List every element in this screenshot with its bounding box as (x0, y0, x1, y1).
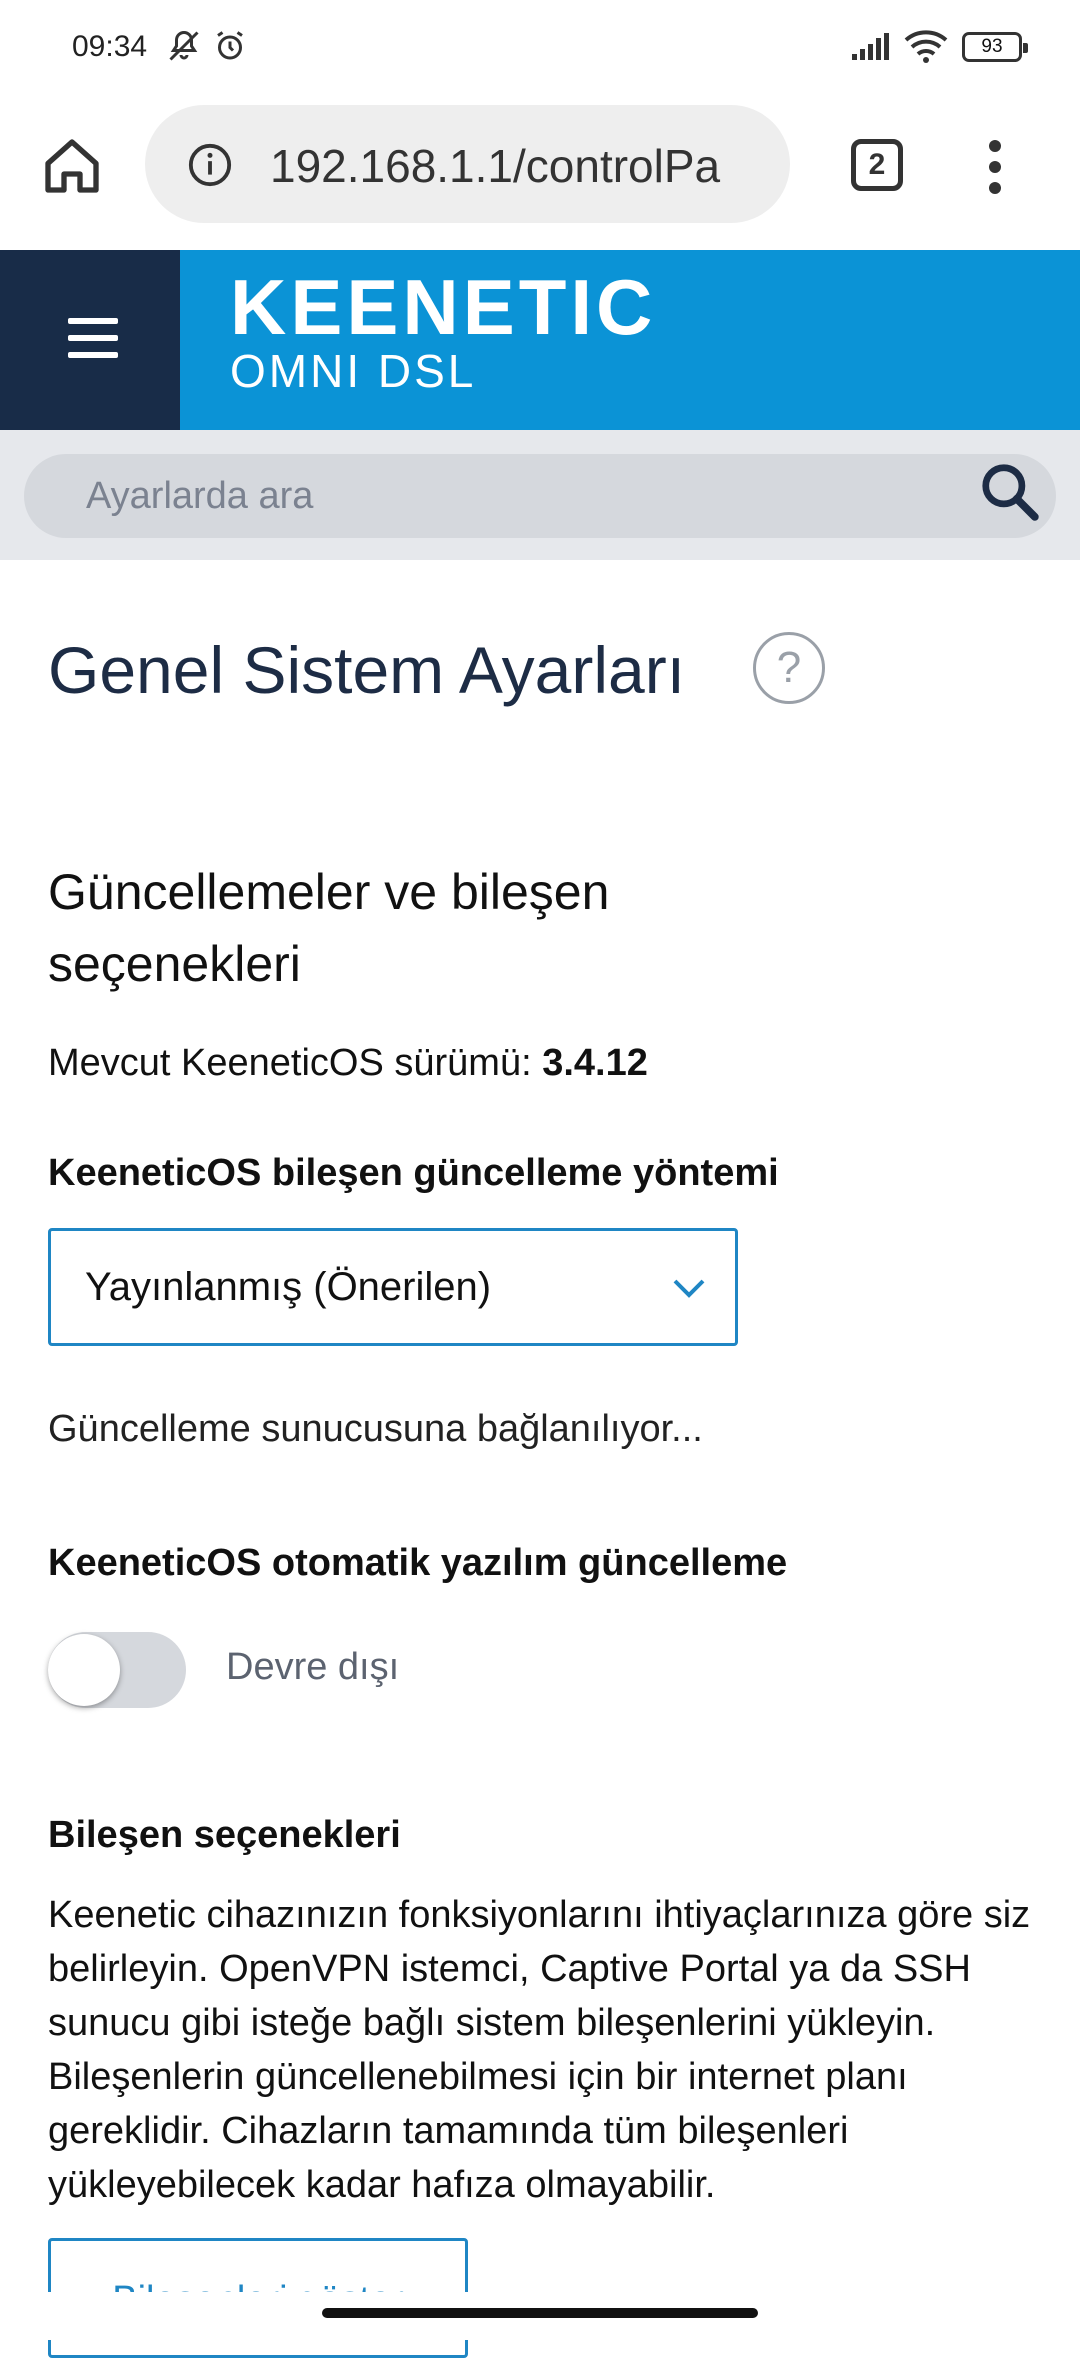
toggle-knob[interactable] (48, 1634, 120, 1706)
update-method-select[interactable]: Yayınlanmış (Önerilen) (48, 1228, 738, 1346)
status-right-icons: 93 (850, 30, 1028, 64)
status-time: 09:34 (72, 30, 148, 63)
gesture-handle[interactable] (322, 2308, 758, 2318)
info-icon[interactable] (187, 142, 233, 188)
tabs-button[interactable]: 2 (851, 139, 903, 191)
address-bar[interactable]: 192.168.1.1/controlPa (145, 105, 790, 223)
tab-count: 2 (868, 148, 886, 181)
update-method-value: Yayınlanmış (Önerilen) (85, 1265, 492, 1309)
mute-icon (169, 30, 199, 61)
status-left-icons (166, 28, 248, 64)
auto-update-state: Devre dışı (226, 1646, 400, 1688)
home-icon[interactable] (40, 134, 104, 198)
update-method-label: KeeneticOS bileşen güncelleme yöntemi (48, 1152, 779, 1194)
version-label: Mevcut KeeneticOS sürümü: (48, 1042, 543, 1084)
device-model: OMNI DSL (230, 345, 477, 397)
connection-status: Güncelleme sunucusuna bağlanılıyor... (48, 1408, 703, 1450)
more-menu-icon[interactable] (980, 137, 1010, 197)
app-header: KEENETIC OMNI DSL (0, 250, 1080, 430)
chevron-down-icon (673, 1279, 705, 1298)
page-title: Genel Sistem Ayarları (48, 633, 686, 707)
hamburger-icon[interactable] (68, 314, 118, 362)
battery-level: 93 (981, 36, 1003, 57)
browser-toolbar: 192.168.1.1/controlPa 2 (0, 100, 1080, 250)
components-title: Bileşen seçenekleri (48, 1814, 401, 1856)
help-glyph: ? (776, 643, 802, 692)
current-version: Mevcut KeeneticOS sürümü: 3.4.12 (48, 1042, 648, 1085)
settings-search-input[interactable] (24, 454, 1056, 538)
help-icon[interactable]: ? (753, 632, 825, 704)
menu-button[interactable] (0, 250, 180, 430)
wifi-icon (904, 30, 948, 63)
alarm-icon (217, 31, 243, 60)
search-icon[interactable] (978, 460, 1040, 522)
search-area (0, 430, 1080, 560)
signal-icon (852, 33, 889, 60)
status-bar: 09:34 93 (0, 0, 1080, 100)
section-title: Güncellemeler ve bileşen seçenekleri (48, 864, 610, 992)
components-description: Keenetic cihazınızın fonksiyonlarını iht… (48, 1894, 1031, 2206)
version-value: 3.4.12 (542, 1042, 648, 1084)
brand-logo: KEENETIC (230, 263, 657, 351)
battery-icon: 93 (962, 32, 1028, 62)
url-text[interactable]: 192.168.1.1/controlPa (270, 139, 910, 193)
auto-update-label: KeeneticOS otomatik yazılım güncelleme (48, 1542, 788, 1584)
